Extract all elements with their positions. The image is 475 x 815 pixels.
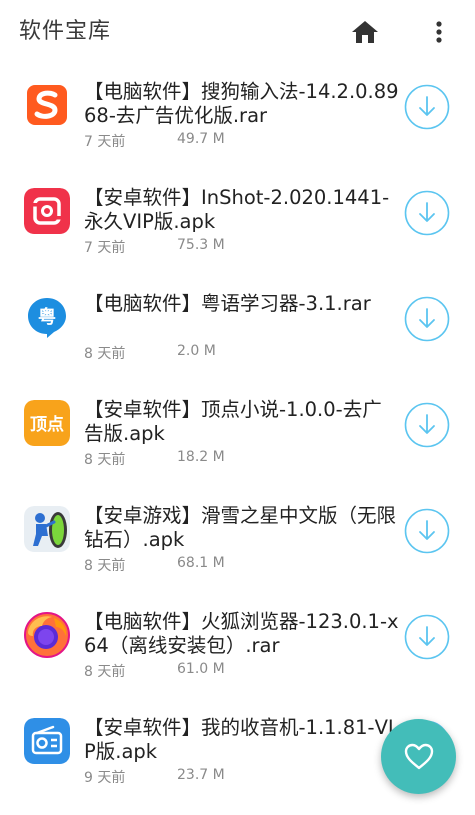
item-size: 61.0 M xyxy=(177,661,225,677)
home-icon xyxy=(352,21,378,43)
item-size: 68.1 M xyxy=(177,555,225,571)
heart-icon xyxy=(404,743,433,770)
more-options-button[interactable] xyxy=(426,17,452,47)
download-icon xyxy=(404,614,450,660)
item-date: 8 天前 xyxy=(84,664,126,680)
download-icon xyxy=(404,84,450,130)
svg-text:粤: 粤 xyxy=(38,306,56,328)
item-date: 8 天前 xyxy=(84,452,126,468)
item-size: 2.0 M xyxy=(177,343,216,359)
list-item[interactable]: 【电脑软件】搜狗输入法-14.2.0.8968-去广告优化版.rar 7 天前 … xyxy=(0,64,475,170)
item-title: 【电脑软件】火狐浏览器-123.0.1-x64（离线安装包）.rar xyxy=(84,610,399,657)
inshot-icon xyxy=(24,188,70,234)
list-item[interactable]: 【安卓软件】InShot-2.020.1441-永久VIP版.apk 7 天前 … xyxy=(0,170,475,276)
item-date: 9 天前 xyxy=(84,770,126,786)
item-size: 75.3 M xyxy=(177,237,225,253)
download-button[interactable] xyxy=(404,402,450,448)
sogou-input-icon xyxy=(24,82,70,128)
list-item[interactable]: 粤 【电脑软件】粤语学习器-3.1.rar 8 天前 2.0 M xyxy=(0,276,475,382)
more-vertical-icon xyxy=(436,21,442,43)
list-item[interactable]: 【电脑软件】火狐浏览器-123.0.1-x64（离线安装包）.rar 8 天前 … xyxy=(0,594,475,700)
item-size: 23.7 M xyxy=(177,767,225,783)
download-icon xyxy=(404,402,450,448)
favorites-fab[interactable] xyxy=(381,719,456,794)
item-title: 【安卓软件】我的收音机-1.1.81-VIP版.apk xyxy=(84,716,394,763)
list-item[interactable]: 【安卓游戏】滑雪之星中文版（无限钻石）.apk 8 天前 68.1 M xyxy=(0,488,475,594)
item-title: 【安卓软件】顶点小说-1.0.0-去广告版.apk xyxy=(84,398,382,445)
item-date: 7 天前 xyxy=(84,240,126,256)
app-bar: 软件宝库 xyxy=(0,0,475,64)
svg-text:顶点: 顶点 xyxy=(30,414,64,435)
item-date: 8 天前 xyxy=(84,346,126,362)
ski-star-game-icon xyxy=(24,506,70,552)
file-list: 【电脑软件】搜狗输入法-14.2.0.8968-去广告优化版.rar 7 天前 … xyxy=(0,64,475,806)
dingdian-novel-icon: 顶点 xyxy=(24,400,70,446)
item-date: 8 天前 xyxy=(84,558,126,574)
item-size: 49.7 M xyxy=(177,131,225,147)
app-title: 软件宝库 xyxy=(19,19,112,44)
download-button[interactable] xyxy=(404,296,450,342)
item-title: 【安卓游戏】滑雪之星中文版（无限钻石）.apk xyxy=(84,504,397,551)
list-item[interactable]: 顶点 【安卓软件】顶点小说-1.0.0-去广告版.apk 8 天前 18.2 M xyxy=(0,382,475,488)
download-button[interactable] xyxy=(404,614,450,660)
download-button[interactable] xyxy=(404,508,450,554)
cantonese-icon: 粤 xyxy=(24,294,70,340)
item-title: 【电脑软件】粤语学习器-3.1.rar xyxy=(84,292,371,315)
firefox-icon xyxy=(24,612,70,658)
home-button[interactable] xyxy=(350,17,380,47)
download-icon xyxy=(404,190,450,236)
download-button[interactable] xyxy=(404,190,450,236)
item-date: 7 天前 xyxy=(84,134,126,150)
download-icon xyxy=(404,296,450,342)
item-size: 18.2 M xyxy=(177,449,225,465)
item-title: 【电脑软件】搜狗输入法-14.2.0.8968-去广告优化版.rar xyxy=(84,80,399,127)
item-title: 【安卓软件】InShot-2.020.1441-永久VIP版.apk xyxy=(84,186,390,233)
download-icon xyxy=(404,508,450,554)
radio-icon xyxy=(24,718,70,764)
download-button[interactable] xyxy=(404,84,450,130)
